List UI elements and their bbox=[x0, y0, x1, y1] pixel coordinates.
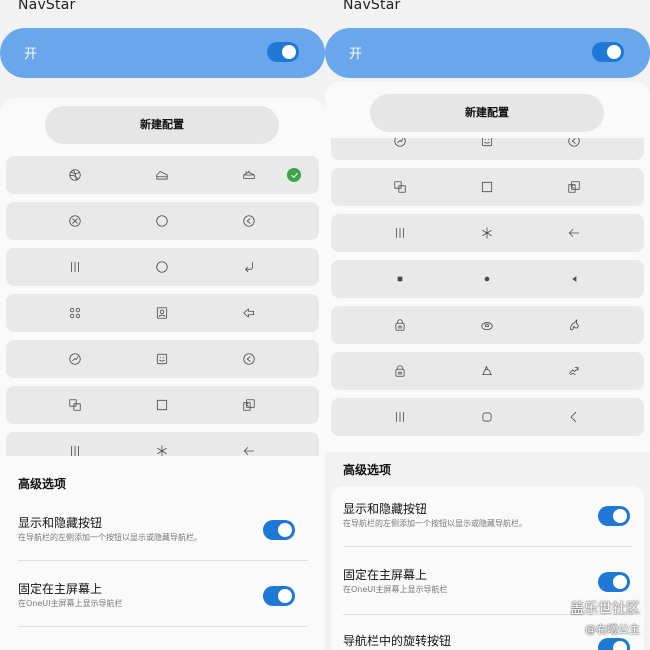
option-title: 显示和隐藏按钮 bbox=[18, 516, 103, 530]
windows-arrow-icon bbox=[559, 168, 589, 206]
icon-set-row[interactable] bbox=[6, 386, 319, 424]
divider bbox=[18, 560, 308, 561]
triple-bar-icon bbox=[60, 432, 90, 456]
icon-set-row[interactable] bbox=[331, 398, 644, 436]
unicorn-icon bbox=[559, 306, 589, 344]
gauge-icon bbox=[60, 340, 90, 378]
portrait-icon bbox=[147, 294, 177, 332]
divider bbox=[18, 626, 308, 627]
icon-set-row[interactable] bbox=[331, 352, 644, 390]
master-toggle[interactable] bbox=[267, 42, 299, 62]
arrow-left-outline-icon bbox=[234, 294, 264, 332]
rotate-toggle[interactable] bbox=[598, 638, 630, 650]
asterisk-icon bbox=[147, 432, 177, 456]
triple-bar-icon bbox=[385, 214, 415, 252]
divider bbox=[343, 546, 633, 547]
icon-set-row[interactable] bbox=[6, 432, 319, 456]
icon-set-row[interactable] bbox=[6, 340, 319, 378]
chevron-left-icon bbox=[559, 398, 589, 436]
show-hide-toggle[interactable] bbox=[263, 520, 295, 540]
circle-back-icon bbox=[234, 340, 264, 378]
option-description: 在OneUI主屏幕上显示导航栏 bbox=[343, 585, 448, 594]
smile-box-icon bbox=[472, 138, 502, 160]
icon-set-row[interactable] bbox=[331, 168, 644, 206]
icon-set-row[interactable] bbox=[331, 306, 644, 344]
square-filled-icon bbox=[385, 260, 415, 298]
watermark-brand: 盖乐世社区 bbox=[570, 601, 640, 617]
pin-home-toggle[interactable] bbox=[598, 572, 630, 592]
circle-icon bbox=[147, 248, 177, 286]
advanced-options-title: 高级选项 bbox=[343, 463, 392, 477]
cake-plate-icon bbox=[472, 352, 502, 390]
master-switch-bar[interactable]: 开 bbox=[0, 28, 325, 78]
rounded-square-icon bbox=[472, 398, 502, 436]
option-title: 导航栏中的旋转按钮 bbox=[343, 634, 452, 648]
dribbble-icon bbox=[60, 156, 90, 194]
right-panel: NavStar 开 新建配置 高级选项 显示和隐藏按钮 在导航栏的左侧添加一个按… bbox=[325, 0, 650, 650]
triple-bar-icon bbox=[385, 398, 415, 436]
master-toggle[interactable] bbox=[592, 42, 624, 62]
arrow-left-icon bbox=[559, 214, 589, 252]
master-switch-label: 开 bbox=[349, 47, 363, 62]
new-config-button[interactable]: 新建配置 bbox=[370, 94, 604, 132]
advanced-options-title: 高级选项 bbox=[18, 477, 67, 491]
circle-filled-icon bbox=[472, 260, 502, 298]
option-title: 固定在主屏幕上 bbox=[343, 568, 428, 582]
asterisk-icon bbox=[472, 214, 502, 252]
icon-set-row[interactable] bbox=[6, 202, 319, 240]
windows-arrow-icon bbox=[234, 386, 264, 424]
square-icon bbox=[147, 386, 177, 424]
cake-slice-icon bbox=[147, 156, 177, 194]
cake-box-icon bbox=[385, 352, 415, 390]
app-title: NavStar bbox=[343, 0, 401, 13]
cake-box-icon bbox=[385, 306, 415, 344]
master-switch-label: 开 bbox=[24, 47, 38, 62]
donut-icon bbox=[472, 306, 502, 344]
show-hide-toggle[interactable] bbox=[598, 506, 630, 526]
app-title: NavStar bbox=[18, 0, 76, 13]
circle-x-icon bbox=[60, 202, 90, 240]
left-panel: NavStar 开 新建配置 高级选项 显示和隐藏按钮 在导航栏的左侧添加一个按… bbox=[0, 0, 325, 650]
triangle-left-icon bbox=[559, 260, 589, 298]
icon-set-list bbox=[331, 138, 644, 438]
icon-set-row[interactable] bbox=[6, 156, 319, 194]
gauge-icon bbox=[385, 138, 415, 160]
square-icon bbox=[472, 168, 502, 206]
advanced-options-card: 显示和隐藏按钮 在导航栏的左侧添加一个按钮以显示或隐藏导航栏。 固定在主屏幕上 … bbox=[6, 500, 319, 650]
master-switch-bar[interactable]: 开 bbox=[325, 28, 650, 78]
icon-set-row[interactable] bbox=[331, 214, 644, 252]
smile-box-icon bbox=[147, 340, 177, 378]
circle-back-icon bbox=[559, 138, 589, 160]
four-dots-icon bbox=[60, 294, 90, 332]
return-arrow-icon bbox=[234, 248, 264, 286]
triple-bar-icon bbox=[60, 248, 90, 286]
icon-set-row[interactable] bbox=[331, 260, 644, 298]
windows-icon bbox=[60, 386, 90, 424]
icon-set-list bbox=[6, 156, 319, 456]
new-config-button[interactable]: 新建配置 bbox=[45, 106, 279, 144]
windows-icon bbox=[385, 168, 415, 206]
config-card: 新建配置 bbox=[325, 82, 650, 452]
option-description: 在导航栏的左侧添加一个按钮以显示或隐藏导航栏。 bbox=[18, 533, 202, 542]
watermark-author: @右曦公主 bbox=[585, 623, 640, 636]
option-description: 在导航栏的左侧添加一个按钮以显示或隐藏导航栏。 bbox=[343, 519, 527, 528]
circle-icon bbox=[147, 202, 177, 240]
circle-back-icon bbox=[234, 202, 264, 240]
arrow-left-icon bbox=[234, 432, 264, 456]
selected-check-icon bbox=[287, 168, 301, 182]
icon-set-row[interactable] bbox=[6, 294, 319, 332]
option-description: 在OneUI主屏幕上显示导航栏 bbox=[18, 599, 123, 608]
icon-set-row[interactable] bbox=[331, 138, 644, 160]
option-title: 固定在主屏幕上 bbox=[18, 582, 103, 596]
icon-set-row[interactable] bbox=[6, 248, 319, 286]
option-title: 显示和隐藏按钮 bbox=[343, 502, 428, 516]
cake-icon bbox=[234, 156, 264, 194]
pin-home-toggle[interactable] bbox=[263, 586, 295, 606]
dragon-icon bbox=[559, 352, 589, 390]
